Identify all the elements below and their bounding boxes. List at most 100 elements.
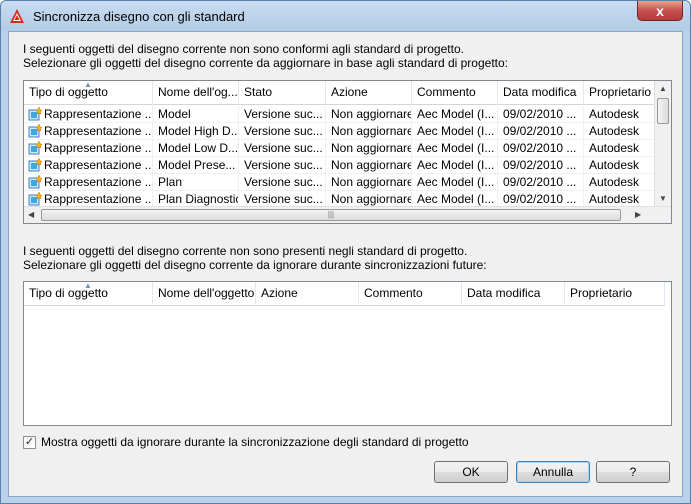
column-header[interactable]: Commento	[412, 81, 498, 105]
scroll-up-icon[interactable]: ▲	[659, 84, 667, 93]
section2-instruction-2: Selezionare gli oggetti del disegno corr…	[23, 258, 487, 272]
table-cell: 09/02/2010 ...	[498, 123, 584, 140]
horizontal-scrollbar[interactable]: ◀ ||| ▶	[24, 206, 671, 223]
table-row[interactable]: Rappresentazione ... Model Prese... Versio…	[24, 157, 656, 174]
table-cell: Rappresentazione ...	[24, 157, 153, 174]
show-ignored-label: Mostra oggetti da ignorare durante la si…	[41, 435, 469, 449]
table-cell: Model High D...	[153, 123, 239, 140]
column-header-label: Commento	[364, 286, 423, 300]
column-header[interactable]: ▲ Tipo di oggetto	[24, 81, 153, 105]
table-cell: Aec Model (I...	[412, 106, 498, 123]
table-cell: Autodesk	[584, 157, 656, 174]
table-cell: Model	[153, 106, 239, 123]
column-header[interactable]: Azione	[256, 282, 359, 306]
table-cell: 09/02/2010 ...	[498, 174, 584, 191]
autocad-logo-icon	[10, 9, 24, 23]
scroll-right-icon[interactable]: ▶	[635, 210, 641, 219]
column-header[interactable]: Azione	[326, 81, 412, 105]
column-header-label: Proprietario	[570, 286, 633, 300]
vertical-scroll-thumb[interactable]	[657, 98, 669, 124]
table-row[interactable]: Rappresentazione ... Model Low D... Versio…	[24, 140, 656, 157]
help-button[interactable]: ?	[596, 461, 670, 483]
dialog-window: Sincronizza disegno con gli standard x I…	[0, 0, 691, 504]
object-type-label: Rappresentazione ...	[44, 141, 153, 155]
column-header[interactable]: ▲ Tipo di oggetto	[24, 282, 153, 306]
column-header[interactable]: Data modifica	[462, 282, 565, 306]
dialog-client-area: I seguenti oggetti del disegno corrente …	[8, 31, 683, 497]
section1-instruction-2: Selezionare gli oggetti del disegno corr…	[23, 56, 508, 70]
sort-ascending-icon: ▲	[84, 282, 92, 290]
table-cell: Non aggiornare	[326, 174, 412, 191]
table-cell: Autodesk	[584, 106, 656, 123]
display-representation-icon	[28, 175, 42, 189]
table-cell: Autodesk	[584, 174, 656, 191]
close-button[interactable]: x	[637, 1, 683, 21]
table-cell: Versione suc...	[239, 140, 326, 157]
table-cell: Aec Model (I...	[412, 157, 498, 174]
table-cell: Rappresentazione ...	[24, 123, 153, 140]
table-cell: 09/02/2010 ...	[498, 140, 584, 157]
display-representation-icon	[28, 141, 42, 155]
table-cell: Non aggiornare	[326, 106, 412, 123]
column-header[interactable]: Proprietario	[584, 81, 656, 105]
table-cell: Aec Model (I...	[412, 140, 498, 157]
table-cell: Autodesk	[584, 140, 656, 157]
column-header-label: Data modifica	[467, 286, 541, 300]
table-row[interactable]: Rappresentazione ... Plan Versione suc... N…	[24, 174, 656, 191]
missing-objects-grid[interactable]: ▲ Tipo di oggetto Nome dell'oggetto Azione C…	[23, 281, 672, 426]
column-header[interactable]: Commento	[359, 282, 462, 306]
nonconforming-objects-grid[interactable]: ▲ Tipo di oggetto Nome dell'og... Stato Azio…	[23, 80, 672, 224]
table-cell: Non aggiornare	[326, 123, 412, 140]
object-type-label: Rappresentazione ...	[44, 124, 153, 138]
grid-header: ▲ Tipo di oggetto Nome dell'oggetto Azione C…	[24, 282, 665, 306]
column-header-label: Nome dell'oggetto	[158, 286, 255, 300]
table-cell: Plan	[153, 174, 239, 191]
table-cell: Autodesk	[584, 123, 656, 140]
table-cell: 09/02/2010 ...	[498, 157, 584, 174]
table-cell: Rappresentazione ...	[24, 140, 153, 157]
sort-ascending-icon: ▲	[84, 81, 92, 89]
object-type-label: Rappresentazione ...	[44, 192, 153, 206]
object-type-label: Rappresentazione ...	[44, 107, 153, 121]
column-header-label: Azione	[261, 286, 298, 300]
column-header[interactable]: Proprietario	[565, 282, 665, 306]
section2-instruction-1: I seguenti oggetti del disegno corrente …	[23, 244, 468, 258]
table-cell: Rappresentazione ...	[24, 174, 153, 191]
object-type-label: Rappresentazione ...	[44, 175, 153, 189]
table-cell: Versione suc...	[239, 174, 326, 191]
column-header[interactable]: Stato	[239, 81, 326, 105]
title-bar[interactable]: Sincronizza disegno con gli standard x	[1, 1, 690, 31]
section1-instruction-1: I seguenti oggetti del disegno corrente …	[23, 42, 464, 56]
table-cell: Aec Model (I...	[412, 174, 498, 191]
horizontal-scroll-thumb[interactable]: |||	[41, 209, 621, 221]
scroll-left-icon[interactable]: ◀	[28, 210, 34, 219]
column-header[interactable]: Nome dell'oggetto	[153, 282, 256, 306]
table-cell: Model Low D...	[153, 140, 239, 157]
display-representation-icon	[28, 158, 42, 172]
table-cell: 09/02/2010 ...	[498, 106, 584, 123]
table-cell: Aec Model (I...	[412, 123, 498, 140]
grid-header: ▲ Tipo di oggetto Nome dell'og... Stato Azio…	[24, 81, 656, 105]
scroll-down-icon[interactable]: ▼	[659, 194, 667, 203]
column-header[interactable]: Data modifica	[498, 81, 584, 105]
show-ignored-checkbox[interactable]: ✓	[23, 435, 36, 449]
column-header-label: Tipo di oggetto	[29, 286, 108, 300]
table-cell: Non aggiornare	[326, 140, 412, 157]
window-title: Sincronizza disegno con gli standard	[33, 9, 245, 24]
table-cell: Model Prese...	[153, 157, 239, 174]
vertical-scrollbar[interactable]: ▲ ▼	[654, 81, 671, 207]
table-cell: Non aggiornare	[326, 157, 412, 174]
table-row[interactable]: Rappresentazione ... Model Versione suc...…	[24, 106, 656, 123]
show-ignored-option[interactable]: ✓ Mostra oggetti da ignorare durante la …	[23, 435, 469, 449]
table-row[interactable]: Rappresentazione ... Model High D... Versi…	[24, 123, 656, 140]
display-representation-icon	[28, 107, 42, 121]
cancel-button[interactable]: Annulla	[516, 461, 590, 483]
table-cell: Rappresentazione ...	[24, 106, 153, 123]
ok-button[interactable]: OK	[434, 461, 508, 483]
table-cell: Versione suc...	[239, 123, 326, 140]
column-header-label: Tipo di oggetto	[29, 85, 108, 99]
display-representation-icon	[28, 124, 42, 138]
display-representation-icon	[28, 192, 42, 206]
object-type-label: Rappresentazione ...	[44, 158, 153, 172]
column-header[interactable]: Nome dell'og...	[153, 81, 239, 105]
